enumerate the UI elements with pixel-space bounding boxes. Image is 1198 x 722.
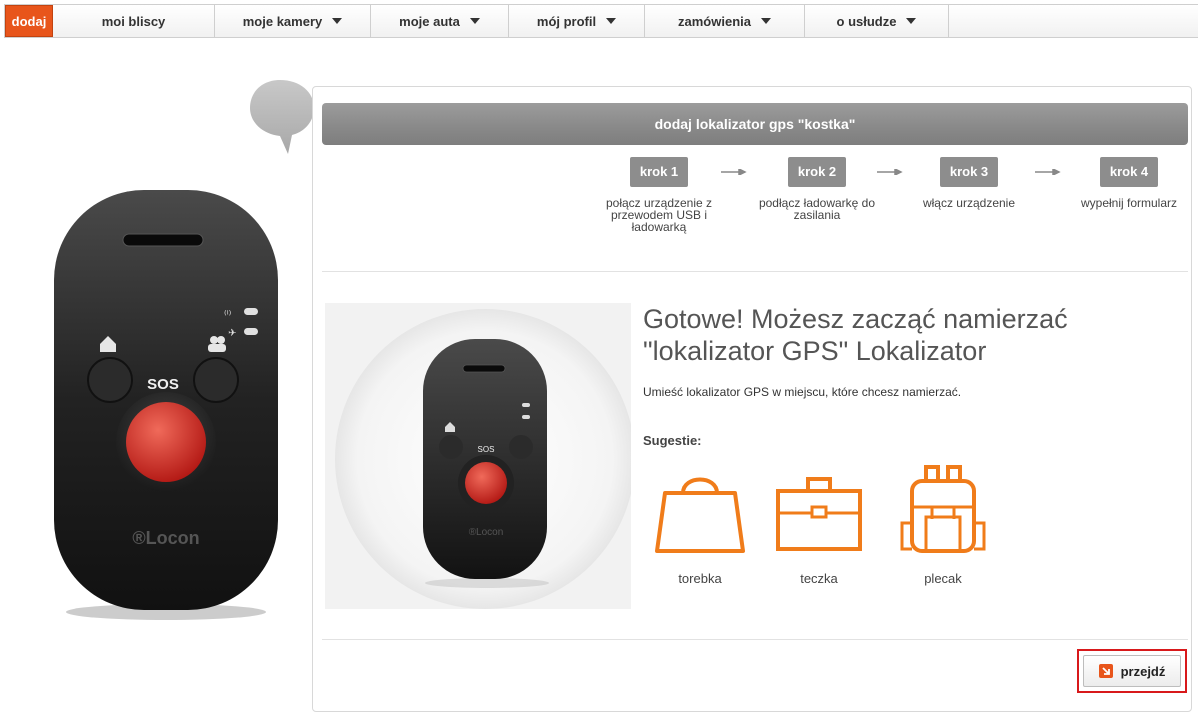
ready-title: Gotowe! Możesz zacząć namierzać "lokaliz… bbox=[643, 304, 1068, 366]
divider bbox=[322, 639, 1188, 640]
nav-item-moj-profil[interactable]: mój profil bbox=[509, 5, 645, 37]
arrow-icon bbox=[1098, 664, 1113, 678]
gps-device-image: ⁽ⁱ⁾ ✈ SOS ®Locon bbox=[54, 190, 278, 620]
top-nav: dodaj moi bliscy moje kamery moje auta m… bbox=[4, 4, 1198, 38]
step-3: krok 3 włącz urządzenie bbox=[909, 157, 1029, 209]
device-brand: ®Locon bbox=[132, 528, 199, 548]
step-1: krok 1 połącz urządzenie z przewodem USB… bbox=[599, 157, 719, 233]
nav-item-zamowienia[interactable]: zamówienia bbox=[645, 5, 805, 37]
nav-item-o-usludze[interactable]: o usłudze bbox=[805, 5, 949, 37]
suggestion-label: plecak bbox=[924, 571, 962, 586]
step-4: krok 4 wypełnij formularz bbox=[1069, 157, 1189, 209]
ready-description: Umieść lokalizator GPS w miejscu, które … bbox=[643, 385, 962, 399]
highlight-frame: przejdź bbox=[1077, 649, 1187, 693]
next-button-label: przejdź bbox=[1120, 663, 1166, 679]
main-panel: dodaj lokalizator gps "kostka" krok 1 po… bbox=[312, 86, 1192, 712]
device-brand: ®Locon bbox=[469, 527, 504, 538]
step-badge: krok 2 bbox=[787, 157, 847, 187]
suggestion-label: teczka bbox=[800, 571, 838, 586]
suggestion-item: plecak bbox=[893, 463, 993, 586]
nav-item-label: zamówienia bbox=[678, 13, 751, 29]
backpack-icon bbox=[900, 465, 986, 553]
briefcase-icon bbox=[776, 477, 862, 551]
gps-device-image: SOS ®Locon bbox=[335, 309, 635, 609]
chevron-down-icon bbox=[469, 18, 480, 24]
suggestion-item: teczka bbox=[769, 463, 869, 586]
panel-header: dodaj lokalizator gps "kostka" bbox=[322, 103, 1188, 145]
nav-item-dodaj[interactable]: dodaj bbox=[5, 5, 53, 37]
nav-item-label: dodaj bbox=[11, 13, 47, 29]
step-text: połącz urządzenie z przewodem USB i łado… bbox=[605, 196, 713, 234]
arrow-right-icon bbox=[877, 169, 903, 175]
arrow-right-icon bbox=[721, 169, 747, 175]
chevron-down-icon bbox=[606, 18, 617, 24]
svg-text:⁽ⁱ⁾: ⁽ⁱ⁾ bbox=[224, 308, 232, 321]
step-badge: krok 3 bbox=[939, 157, 999, 187]
step-text: wypełnij formularz bbox=[1080, 196, 1178, 210]
sos-label: SOS bbox=[147, 376, 179, 393]
nav-item-label: mój profil bbox=[536, 13, 597, 29]
svg-text:✈: ✈ bbox=[228, 328, 236, 339]
nav-item-label: moje kamery bbox=[242, 13, 323, 29]
device-photo: SOS ®Locon bbox=[325, 303, 635, 609]
suggestions-title: Sugestie: bbox=[643, 433, 702, 448]
bag-icon bbox=[655, 477, 745, 553]
suggestion-label: torebka bbox=[678, 571, 722, 586]
step-badge: krok 1 bbox=[629, 157, 689, 187]
step-text: włącz urządzenie bbox=[922, 196, 1016, 210]
divider bbox=[322, 271, 1188, 272]
chevron-down-icon bbox=[760, 18, 771, 24]
nav-item-label: o usłudze bbox=[836, 13, 897, 29]
step-2: krok 2 podłącz ładowarkę do zasilania bbox=[757, 157, 877, 221]
chevron-down-icon bbox=[906, 18, 917, 24]
nav-item-moje-kamery[interactable]: moje kamery bbox=[215, 5, 371, 37]
step-text: podłącz ładowarkę do zasilania bbox=[758, 196, 876, 222]
chevron-down-icon bbox=[332, 18, 343, 24]
nav-item-moi-bliscy[interactable]: moi bliscy bbox=[53, 5, 215, 37]
nav-item-moje-auta[interactable]: moje auta bbox=[371, 5, 509, 37]
page-title: dodaj lokalizator gps "kostka" bbox=[654, 116, 856, 132]
nav-filler bbox=[949, 5, 1198, 37]
arrow-right-icon bbox=[1035, 169, 1061, 175]
nav-item-label: moi bliscy bbox=[101, 13, 166, 29]
next-button[interactable]: przejdź bbox=[1083, 655, 1181, 687]
nav-item-label: moje auta bbox=[399, 13, 460, 29]
speech-bubble-icon bbox=[250, 80, 314, 154]
sos-label: SOS bbox=[478, 445, 495, 454]
step-badge: krok 4 bbox=[1099, 157, 1159, 187]
suggestion-item: torebka bbox=[650, 463, 750, 586]
